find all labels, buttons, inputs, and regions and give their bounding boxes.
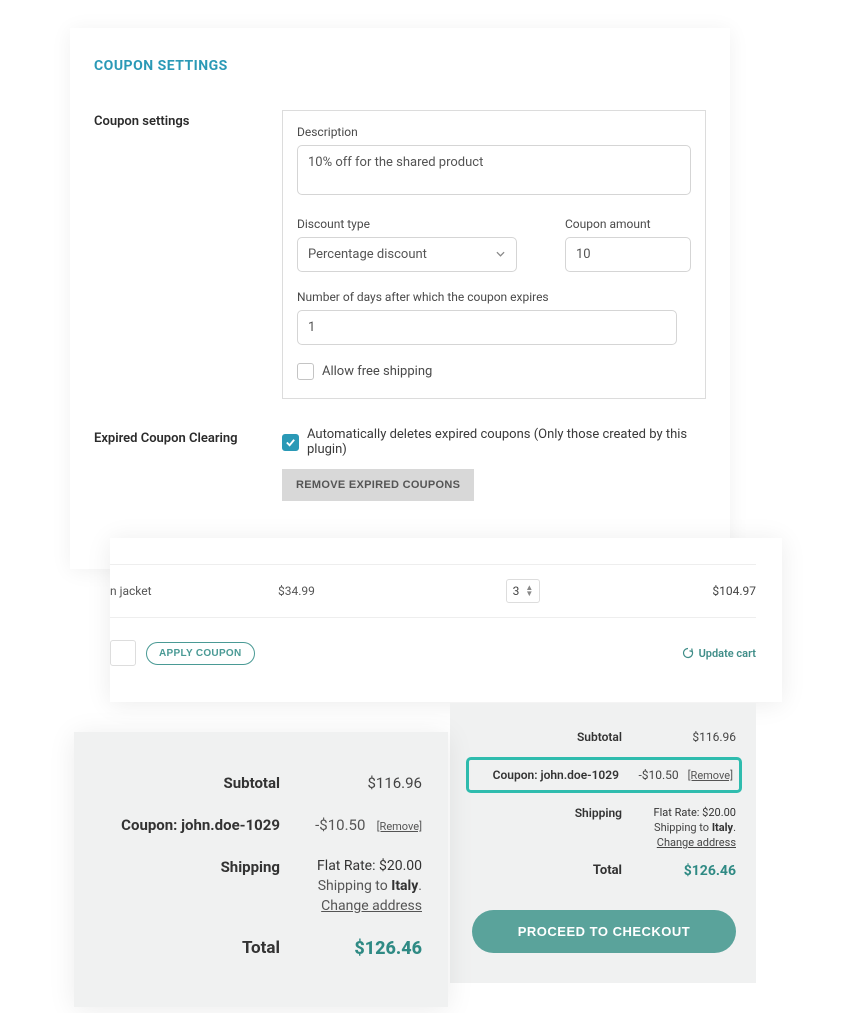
- expired-clearing-row: Expired Coupon Clearing Automatically de…: [94, 427, 706, 501]
- summary-coupon-row: Coupon: john.doe-1029 -$10.50 [Remove]: [466, 757, 742, 793]
- checkbox-unchecked-icon: [297, 363, 314, 380]
- zoom-change-address-link[interactable]: Change address: [321, 898, 422, 914]
- coupon-settings-panel: COUPON SETTINGS Coupon settings Descript…: [70, 28, 730, 569]
- summary-total-value: $126.46: [636, 863, 736, 879]
- remove-coupon-link[interactable]: [Remove]: [688, 769, 733, 782]
- change-address-link[interactable]: Change address: [657, 836, 736, 849]
- checkbox-checked-icon: [282, 434, 299, 451]
- zoom-subtotal-label: Subtotal: [100, 774, 280, 792]
- cart-line-item: n jacket $34.99 3 ▲▼ $104.97: [110, 564, 756, 618]
- zoom-remove-coupon-link[interactable]: [Remove]: [377, 820, 422, 833]
- discount-type-label: Discount type: [297, 217, 517, 231]
- qty-value: 3: [513, 584, 520, 598]
- auto-delete-checkbox[interactable]: Automatically deletes expired coupons (O…: [282, 427, 706, 457]
- cart-panel: n jacket $34.99 3 ▲▼ $104.97 APPLY COUPO…: [110, 538, 782, 702]
- coupon-amount-label: Coupon amount: [565, 217, 691, 231]
- allow-free-shipping-checkbox[interactable]: Allow free shipping: [297, 363, 691, 380]
- expired-clearing-label: Expired Coupon Clearing: [94, 427, 264, 446]
- zoom-flat-rate: Flat Rate: $20.00: [317, 858, 422, 874]
- zoom-total-label: Total: [100, 938, 280, 958]
- expired-clearing-content: Automatically deletes expired coupons (O…: [282, 427, 706, 501]
- description-input[interactable]: 10% off for the shared product: [297, 145, 691, 195]
- zoom-subtotal-value: $116.96: [280, 774, 422, 792]
- remove-expired-button[interactable]: REMOVE EXPIRED COUPONS: [282, 469, 474, 501]
- coupon-settings-row: Coupon settings Description 10% off for …: [94, 110, 706, 399]
- discount-type-select[interactable]: [297, 237, 517, 272]
- expiry-days-input[interactable]: [297, 310, 677, 345]
- update-cart-link[interactable]: Update cart: [682, 647, 756, 660]
- zoom-shipping-label: Shipping: [100, 858, 280, 876]
- refresh-icon: [682, 647, 694, 659]
- line-item-price: $34.99: [278, 584, 418, 598]
- summary-coupon-value: -$10.50: [638, 768, 678, 782]
- auto-delete-label: Automatically deletes expired coupons (O…: [307, 427, 706, 457]
- coupon-settings-label: Coupon settings: [94, 110, 264, 129]
- panel-title: COUPON SETTINGS: [94, 58, 706, 74]
- zoom-coupon-value: -$10.50: [315, 816, 365, 834]
- summary-coupon-label: Coupon: john.doe-1029: [475, 768, 633, 782]
- expiry-days-label: Number of days after which the coupon ex…: [297, 290, 691, 304]
- coupon-settings-content: Description 10% off for the shared produ…: [282, 110, 706, 399]
- summary-flat-rate: Flat Rate: $20.00: [654, 806, 736, 819]
- coupon-code-input[interactable]: [110, 640, 136, 666]
- summary-shipping-to: Shipping to Italy.: [654, 821, 736, 834]
- summary-total-label: Total: [472, 863, 636, 878]
- apply-coupon-button[interactable]: APPLY COUPON: [146, 642, 255, 665]
- cart-summary-zoom: Subtotal $116.96 Coupon: john.doe-1029 -…: [74, 732, 448, 1007]
- summary-subtotal-value: $116.96: [636, 730, 736, 744]
- cart-summary: Subtotal $116.96 Coupon: john.doe-1029 -…: [450, 703, 756, 983]
- line-item-subtotal: $104.97: [628, 584, 756, 598]
- update-cart-label: Update cart: [699, 647, 756, 660]
- summary-shipping-label: Shipping: [472, 806, 636, 820]
- qty-stepper[interactable]: 3 ▲▼: [506, 579, 541, 603]
- stepper-arrows-icon: ▲▼: [525, 585, 533, 597]
- proceed-checkout-button[interactable]: PROCEED TO CHECKOUT: [472, 910, 736, 953]
- zoom-coupon-label: Coupon: john.doe-1029: [100, 816, 280, 834]
- zoom-shipping-to: Shipping to Italy.: [318, 878, 422, 894]
- summary-subtotal-label: Subtotal: [472, 730, 636, 744]
- coupon-amount-input[interactable]: [565, 237, 691, 272]
- zoom-total-value: $126.46: [280, 938, 422, 959]
- line-item-name: n jacket: [110, 584, 278, 598]
- free-shipping-label: Allow free shipping: [322, 364, 432, 379]
- cart-actions: APPLY COUPON Update cart: [110, 640, 756, 666]
- description-label: Description: [297, 125, 691, 139]
